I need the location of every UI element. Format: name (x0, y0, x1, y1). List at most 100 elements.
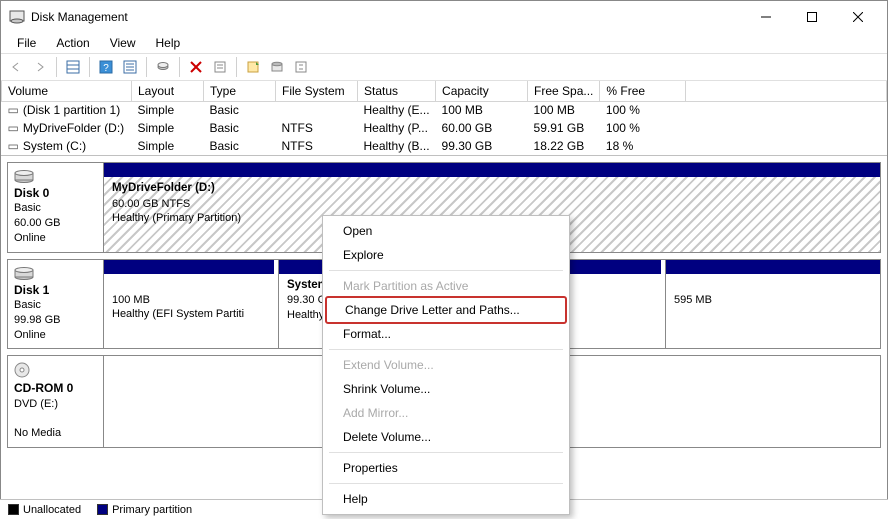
col-status[interactable]: Status (358, 81, 436, 101)
partition-sub: 595 MB (674, 294, 712, 306)
col-capacity[interactable]: Capacity (436, 81, 528, 101)
toolbar-separator (56, 57, 57, 77)
window-title: Disk Management (31, 10, 743, 24)
cell-fs (276, 101, 358, 119)
svg-text:?: ? (103, 63, 109, 74)
cell-pct: 18 % (600, 137, 686, 155)
cell-capacity: 99.30 GB (436, 137, 528, 155)
cell-pct: 100 % (600, 119, 686, 137)
toolbar-separator (89, 57, 90, 77)
ctx-separator (329, 483, 563, 484)
menu-action[interactable]: Action (46, 34, 99, 52)
disk-name: CD-ROM 0 (14, 380, 97, 396)
disk-state: Online (14, 231, 97, 246)
volume-name: System (C:) (23, 139, 86, 153)
volume-name: (Disk 1 partition 1) (23, 103, 120, 117)
col-layout[interactable]: Layout (132, 81, 204, 101)
cell-fs: NTFS (276, 137, 358, 155)
partition-color-bar (104, 163, 880, 177)
cell-fs: NTFS (276, 119, 358, 137)
menu-help[interactable]: Help (146, 34, 191, 52)
disk-icon (14, 169, 97, 183)
context-menu: Open Explore Mark Partition as Active Ch… (322, 215, 570, 515)
menu-bar: File Action View Help (1, 33, 887, 53)
toolbar-separator (236, 57, 237, 77)
col-free[interactable]: Free Spa... (528, 81, 600, 101)
ctx-mark-active: Mark Partition as Active (325, 274, 567, 298)
ctx-explore[interactable]: Explore (325, 243, 567, 267)
partition-sub: 60.00 GB NTFS (112, 198, 190, 210)
maximize-button[interactable] (789, 1, 835, 33)
cell-layout: Simple (132, 119, 204, 137)
cell-capacity: 60.00 GB (436, 119, 528, 137)
tb-delete-icon[interactable] (185, 56, 207, 78)
cell-pct: 100 % (600, 101, 686, 119)
partition-d1-p2[interactable]: 595 MB (665, 260, 880, 349)
cell-free: 59.91 GB (528, 119, 600, 137)
toolbar: ? (1, 53, 887, 81)
disk-name: Disk 0 (14, 185, 97, 201)
cell-type: Basic (204, 137, 276, 155)
tb-attach-icon[interactable] (266, 56, 288, 78)
toolbar-separator (146, 57, 147, 77)
partition-color-bar (104, 260, 274, 274)
volume-row[interactable]: ▭ (Disk 1 partition 1) Simple Basic Heal… (2, 101, 887, 119)
partition-status: Healthy (EFI System Partiti (112, 308, 244, 320)
forward-button (29, 56, 51, 78)
col-volume[interactable]: Volume (2, 81, 132, 101)
menu-file[interactable]: File (7, 34, 46, 52)
ctx-separator (329, 270, 563, 271)
disk-label[interactable]: CD-ROM 0 DVD (E:) No Media (8, 356, 104, 447)
disk-type: Basic (14, 201, 97, 216)
ctx-open[interactable]: Open (325, 219, 567, 243)
ctx-separator (329, 349, 563, 350)
ctx-shrink[interactable]: Shrink Volume... (325, 377, 567, 401)
volume-icon: ▭ (8, 139, 20, 153)
disk-type: Basic (14, 298, 97, 313)
tb-new-icon[interactable] (242, 56, 264, 78)
ctx-change-drive-letter[interactable]: Change Drive Letter and Paths... (327, 298, 565, 322)
close-button[interactable] (835, 1, 881, 33)
cell-free: 18.22 GB (528, 137, 600, 155)
toolbar-separator (179, 57, 180, 77)
menu-view[interactable]: View (100, 34, 146, 52)
col-filesystem[interactable]: File System (276, 81, 358, 101)
tb-help-icon[interactable]: ? (95, 56, 117, 78)
cell-status: Healthy (B... (358, 137, 436, 155)
disk-size: 60.00 GB (14, 216, 97, 231)
disk-type: DVD (E:) (14, 397, 97, 412)
partition-d1-p0[interactable]: 100 MB Healthy (EFI System Partiti (104, 260, 274, 349)
tb-detach-icon[interactable] (290, 56, 312, 78)
minimize-button[interactable] (743, 1, 789, 33)
tb-grid-icon[interactable] (62, 56, 84, 78)
col-spacer (686, 81, 887, 101)
disk-state: No Media (14, 426, 97, 441)
volume-icon: ▭ (8, 103, 20, 117)
ctx-delete[interactable]: Delete Volume... (325, 425, 567, 449)
volume-name: MyDriveFolder (D:) (23, 121, 124, 135)
ctx-help[interactable]: Help (325, 487, 567, 511)
ctx-format[interactable]: Format... (325, 322, 567, 346)
cell-type: Basic (204, 101, 276, 119)
legend-primary: Primary partition (97, 504, 192, 516)
disk-label[interactable]: Disk 1 Basic 99.98 GB Online (8, 260, 104, 349)
disk-label[interactable]: Disk 0 Basic 60.00 GB Online (8, 163, 104, 252)
partition-sub: 100 MB (112, 294, 150, 306)
volume-row[interactable]: ▭ MyDriveFolder (D:) Simple Basic NTFS H… (2, 119, 887, 137)
partition-status: Healthy (Primary Partition) (112, 212, 241, 224)
cell-status: Healthy (P... (358, 119, 436, 137)
col-pctfree[interactable]: % Free (600, 81, 686, 101)
cell-layout: Simple (132, 137, 204, 155)
tb-refresh-icon[interactable] (152, 56, 174, 78)
app-icon (9, 9, 25, 25)
ctx-extend: Extend Volume... (325, 353, 567, 377)
volume-row[interactable]: ▭ System (C:) Simple Basic NTFS Healthy … (2, 137, 887, 155)
tb-list-icon[interactable] (119, 56, 141, 78)
volume-list[interactable]: Volume Layout Type File System Status Ca… (1, 81, 887, 156)
cd-icon (14, 362, 97, 378)
cell-type: Basic (204, 119, 276, 137)
ctx-properties[interactable]: Properties (325, 456, 567, 480)
ctx-separator (329, 452, 563, 453)
col-type[interactable]: Type (204, 81, 276, 101)
tb-properties-icon[interactable] (209, 56, 231, 78)
